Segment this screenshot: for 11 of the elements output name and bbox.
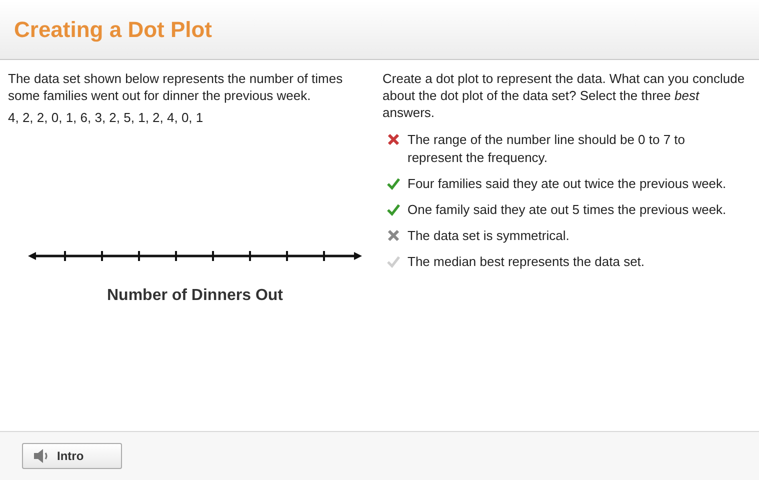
answer-option[interactable]: The data set is symmetrical.	[408, 227, 738, 245]
axis-label: Number of Dinners Out	[106, 287, 283, 305]
answer-option[interactable]: The median best represents the data set.	[408, 253, 738, 271]
answer-option[interactable]: The range of the number line should be 0 to 7 to represent the frequency.	[408, 131, 738, 167]
problem-text: The data set shown below represents the number of times some families went out for dinner the previous week.	[8, 70, 344, 104]
answer-option[interactable]: Four families said they ate out twice the previous week.	[408, 175, 738, 193]
question-text: Create a dot plot to represent the data. What can you conclude about the dot plot of the data set? Select the three best answers.	[382, 70, 746, 121]
answer-option[interactable]: One family said they ate out 5 times the previous week.	[408, 201, 738, 219]
data-values: 4, 2, 2, 0, 1, 6, 3, 2, 5, 1, 2, 4, 0, 1	[8, 109, 204, 126]
intro-button[interactable]: Intro	[22, 443, 122, 469]
page-title: Creating a Dot Plot	[14, 16, 212, 42]
